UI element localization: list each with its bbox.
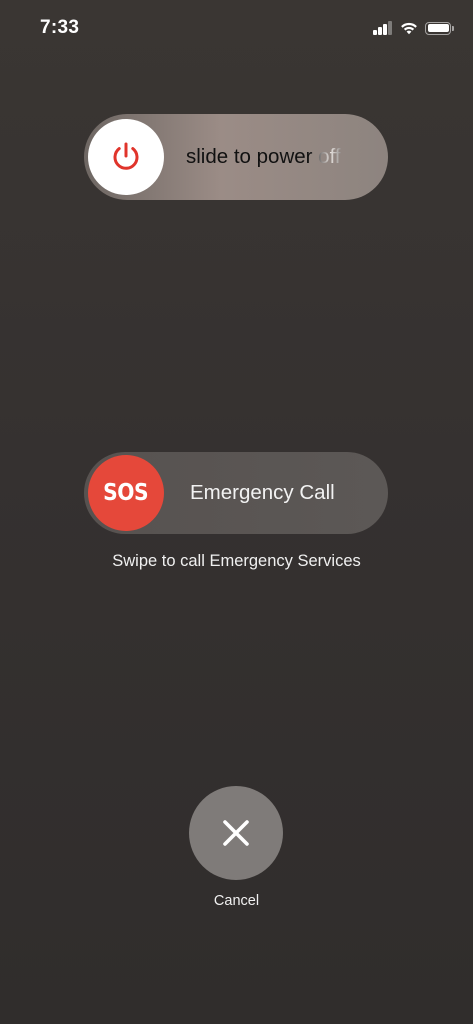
power-off-slider[interactable]: slide to power off	[84, 114, 388, 200]
emergency-call-slider[interactable]: SOS Emergency Call	[84, 452, 388, 534]
wifi-icon	[401, 22, 417, 35]
cancel-button[interactable]	[189, 786, 283, 880]
battery-icon	[425, 21, 454, 35]
cancel-label: Cancel	[213, 893, 260, 909]
status-bar: 7:33	[0, 0, 473, 56]
status-time: 7:33	[40, 17, 80, 38]
power-icon	[113, 142, 139, 170]
power-off-knob[interactable]	[88, 119, 164, 195]
sos-knob-label: SOS	[103, 480, 149, 506]
emergency-call-label: Emergency Call	[190, 481, 335, 504]
cellular-signal-icon	[373, 21, 393, 35]
close-icon	[223, 820, 249, 846]
sos-knob[interactable]: SOS	[88, 455, 164, 531]
status-icons	[373, 18, 454, 38]
emergency-hint-text: Swipe to call Emergency Services	[112, 552, 361, 570]
power-off-label: slide to power off	[186, 114, 358, 200]
